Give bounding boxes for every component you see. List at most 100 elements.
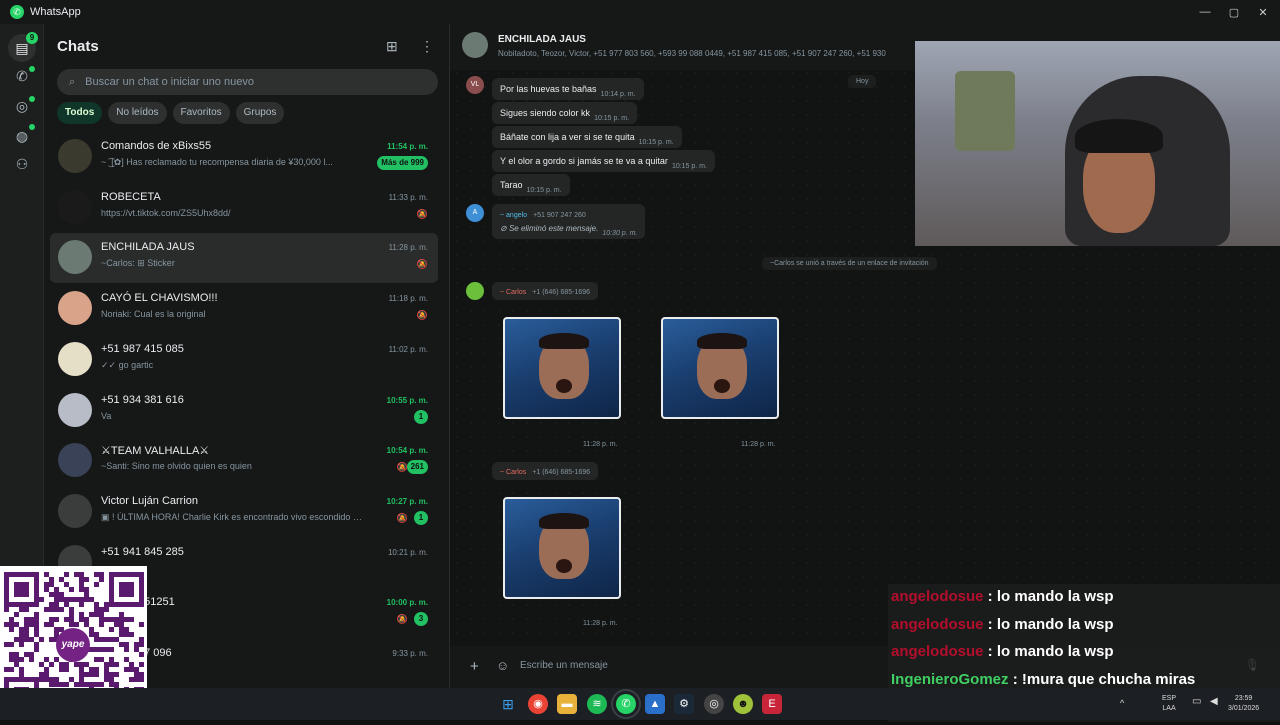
app-title: WhatsApp xyxy=(30,6,81,18)
message-time: 10:30 p. m. xyxy=(602,230,638,237)
sticker-time: 11:28 p. m. xyxy=(583,441,618,448)
whatsapp-taskbar-icon[interactable]: ✆ xyxy=(611,689,641,719)
avatar[interactable] xyxy=(58,240,92,275)
deleted-message-bubble[interactable]: ~ angelo +51 907 247 260 ⊘ Se eliminó est… xyxy=(492,204,646,239)
sender-avatar-carlos[interactable] xyxy=(466,282,484,300)
avatar[interactable] xyxy=(58,392,92,427)
chat-time: 9:33 p. m. xyxy=(392,649,428,658)
avatar[interactable] xyxy=(58,139,92,173)
close-button[interactable]: ✕ xyxy=(1246,0,1280,24)
file-explorer-icon[interactable]: ▬ xyxy=(557,694,577,714)
communities-icon[interactable]: ⚇ xyxy=(8,150,36,178)
sender-name[interactable]: ~ Carlos xyxy=(500,469,526,476)
chat-row[interactable]: Comandos de xBixs55 ~ ͜͡ [✿] Has reclamad… xyxy=(50,132,438,182)
message-time: 10:15 p. m. xyxy=(594,115,630,122)
avatar[interactable] xyxy=(58,341,92,376)
chat-preview: ~ ͜͡ [✿] Has reclamado tu recompensa dia… xyxy=(101,157,333,167)
chat-row[interactable]: +51 987 415 085 ✓✓ go gartic 11:02 p. m. xyxy=(50,335,438,385)
steam-icon[interactable]: ⚙ xyxy=(674,694,694,714)
message-text: Y el olor a gordo si jamás se te va a qu… xyxy=(500,156,668,166)
sender-header: ~ Carlos +1 (646) 685-1696 xyxy=(492,462,599,480)
chat-message: lo mando la wsp xyxy=(996,588,1114,605)
sticker-image[interactable] xyxy=(503,317,621,419)
chat-row[interactable]: ⚔︎TEAM VALHALLA⚔︎ ~Santi: Sino me olvido … xyxy=(50,436,438,486)
new-chat-icon[interactable]: ⊞ xyxy=(386,38,398,55)
filter-grupos[interactable]: Grupos xyxy=(235,102,285,124)
chat-time: 11:18 p. m. xyxy=(388,294,428,304)
language-indicator[interactable]: ESP LAA xyxy=(1162,694,1176,714)
muted-icon: 🔕 xyxy=(396,512,408,523)
unread-badge: Más de 999 xyxy=(377,156,428,170)
sticker-image[interactable] xyxy=(503,497,621,599)
yape-logo: yape xyxy=(56,628,90,662)
filter-todos[interactable]: Todos xyxy=(57,102,103,124)
sender-avatar-angelo[interactable]: A xyxy=(466,204,484,222)
deleted-text: Se eliminó este mensaje. xyxy=(508,224,599,233)
sticker-image[interactable] xyxy=(661,317,779,419)
network-icon[interactable]: ▭ xyxy=(1192,697,1201,707)
photos-icon[interactable]: ▲ xyxy=(645,694,665,714)
attach-icon[interactable]: + xyxy=(470,658,479,675)
webcam-hair xyxy=(1075,119,1163,153)
message-time: 10:15 p. m. xyxy=(638,139,674,146)
chat-row[interactable]: ENCHILADA JAUS ~Carlos: ⊞ Sticker 11:28 p.… xyxy=(50,233,438,284)
sender-avatar-vl[interactable]: VL xyxy=(466,76,484,94)
chat-name: CAYÓ EL CHAVISMO!!! xyxy=(101,292,218,305)
message-bubble[interactable]: Báñate con lija a ver si se te quita10:1… xyxy=(492,126,682,148)
chat-row[interactable]: Victor Luján Carrion ▣ ! ÚLTIMA HORA! Cha… xyxy=(50,487,438,537)
chat-row[interactable]: ROBECETA https://vt.tiktok.com/ZS5Uhx8dd/… xyxy=(50,183,438,233)
chat-time: 10:54 p. m. xyxy=(386,446,428,456)
avatar[interactable] xyxy=(58,443,92,478)
search-input[interactable]: ⌕ Buscar un chat o iniciar uno nuevo xyxy=(57,69,438,95)
avatar[interactable] xyxy=(58,291,92,326)
sticker-time: 11:28 p. m. xyxy=(741,441,776,448)
chat-time: 10:21 p. m. xyxy=(387,547,428,557)
avatar[interactable] xyxy=(58,493,92,528)
message-bubble[interactable]: Sigues siendo color kk10:15 p. m. xyxy=(492,102,638,124)
lang-layout: LAA xyxy=(1162,705,1176,712)
tray-chevron-icon[interactable]: ^ xyxy=(1120,698,1124,708)
chat-name: Victor Luján Carrion xyxy=(101,494,199,507)
chat-time: 10:27 p. m. xyxy=(386,496,428,506)
message-bubble[interactable]: Y el olor a gordo si jamás se te va a qu… xyxy=(492,150,715,172)
start-icon[interactable]: ⊞ xyxy=(498,694,518,714)
chat-separator: : xyxy=(983,615,997,633)
message-bubble[interactable]: Por las huevas te bañas10:14 p. m. xyxy=(492,78,644,100)
sender-name[interactable]: ~ angelo xyxy=(500,212,527,219)
conversation-title: ENCHILADA JAUS xyxy=(498,34,586,45)
filter-no-leidos[interactable]: No leídos xyxy=(108,102,167,124)
group-avatar[interactable] xyxy=(462,32,488,58)
chat-preview: ✓✓ go gartic xyxy=(101,359,154,370)
sender-name[interactable]: ~ Carlos xyxy=(500,289,526,296)
obs-icon[interactable]: ◎ xyxy=(704,694,724,714)
chat-username: angelodosue xyxy=(891,615,984,633)
chat-name: +51 934 381 616 xyxy=(101,393,184,406)
sticker-hair xyxy=(539,513,589,529)
chat-separator: : xyxy=(983,643,997,660)
app-icon[interactable]: ☻ xyxy=(733,694,753,714)
chats-heading: Chats xyxy=(57,38,99,55)
message-input[interactable]: Escribe un mensaje xyxy=(520,660,608,671)
chrome-icon[interactable]: ◉ xyxy=(528,694,548,714)
clock[interactable]: 23:59 3/01/2026 xyxy=(1228,694,1259,714)
sender-phone: +1 (646) 685-1696 xyxy=(532,289,591,296)
message-bubble[interactable]: Tarao10:15 p. m. xyxy=(492,174,570,196)
menu-icon[interactable]: ⋮ xyxy=(420,38,434,55)
chat-username: IngenieroGomez xyxy=(891,670,1009,688)
chat-time: 10:00 p. m. xyxy=(386,598,428,608)
chat-row[interactable]: +51 934 381 616 Va 10:55 p. m. 1 xyxy=(50,386,438,436)
epic-games-icon[interactable]: E xyxy=(762,694,782,714)
avatar[interactable] xyxy=(58,189,92,224)
sticker-hair xyxy=(539,333,589,349)
chat-preview: ~Carlos: ⊞ Sticker xyxy=(101,258,175,269)
chat-separator: : xyxy=(1008,670,1022,688)
filter-favoritos[interactable]: Favoritos xyxy=(172,102,230,124)
message-text: Por las huevas te bañas xyxy=(500,84,597,94)
lang-code: ESP xyxy=(1162,695,1177,702)
spotify-icon[interactable]: ≋ xyxy=(587,694,607,714)
chat-preview: ~Santi: Sino me olvido quien es quien xyxy=(101,461,252,472)
chat-message: lo mando la wsp xyxy=(996,643,1114,660)
volume-icon[interactable]: ◀ xyxy=(1210,697,1218,707)
chat-row[interactable]: CAYÓ EL CHAVISMO!!! Noriaki: Cual es la o… xyxy=(50,284,438,334)
emoji-icon[interactable]: ☺ xyxy=(496,658,509,673)
